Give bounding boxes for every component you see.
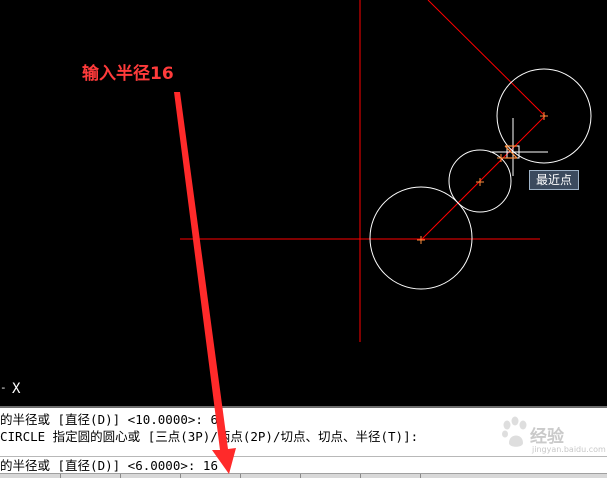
command-history-line: CIRCLE 指定圆的圆心或 [三点(3P)/两点(2P)/切点、切点、半径(T…	[0, 429, 419, 444]
command-input[interactable]: 的半径或 [直径(D)] <6.0000>: 16	[0, 456, 607, 473]
diagonal-center-line	[420, 115, 546, 241]
cad-app-window: - X 输入半径16 最近点 的半径或 [直径(D)] <10.0000>: 6…	[0, 0, 607, 478]
ucs-axis-mark: -	[0, 381, 7, 394]
status-divider	[180, 474, 181, 478]
snap-tooltip: 最近点	[529, 170, 579, 190]
watermark-subtext: jingyan.baidu.com	[532, 445, 606, 454]
watermark-text: 经验	[530, 427, 564, 447]
center-point-marker-icon	[540, 112, 548, 120]
status-divider	[300, 474, 301, 478]
status-divider	[120, 474, 121, 478]
diagonal-construction-line	[427, 0, 546, 117]
annotation-label: 输入半径16	[82, 64, 174, 84]
status-divider	[360, 474, 361, 478]
ucs-x-axis-label: X	[12, 381, 21, 397]
status-divider	[60, 474, 61, 478]
status-divider	[240, 474, 241, 478]
command-prompt-text: 的半径或 [直径(D)] <6.0000>: 16	[0, 458, 218, 473]
command-history-line: 的半径或 [直径(D)] <10.0000>: 6	[0, 412, 218, 427]
center-point-marker-icon	[476, 178, 484, 186]
status-bar[interactable]	[0, 473, 607, 478]
status-divider	[420, 474, 421, 478]
